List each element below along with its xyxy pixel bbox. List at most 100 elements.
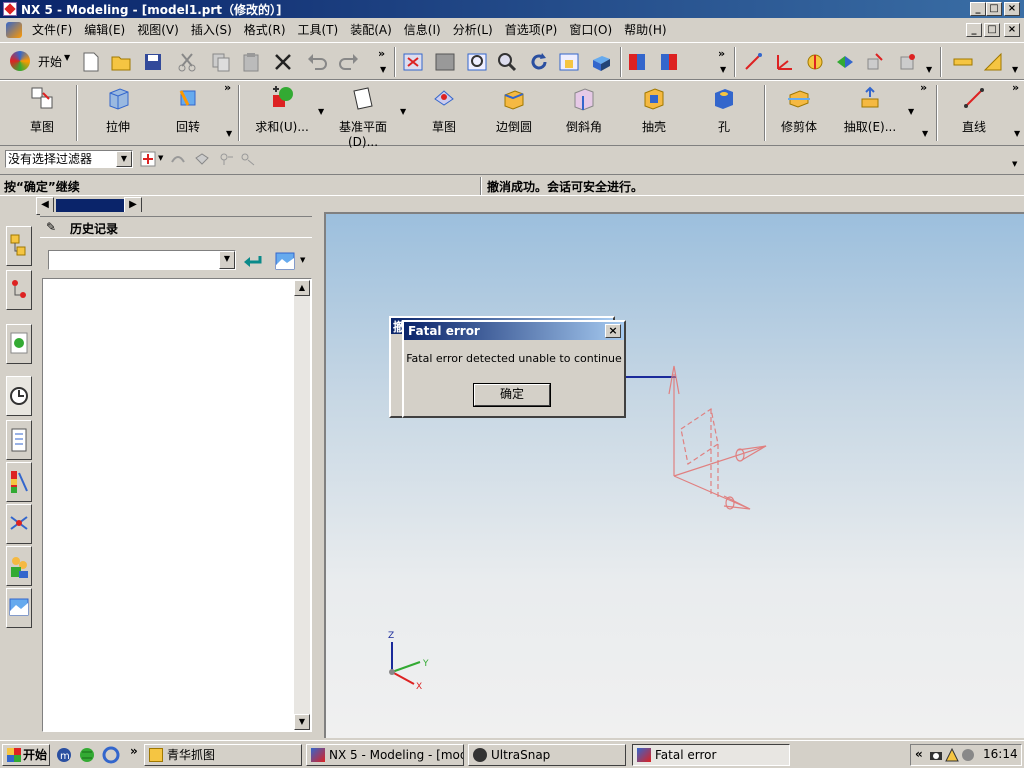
tray-camera-icon[interactable] (929, 748, 943, 762)
measure-angle-icon[interactable] (982, 51, 1004, 73)
menu-window[interactable]: 窗口(O) (563, 20, 618, 40)
menu-analysis[interactable]: 分析(L) (447, 20, 499, 40)
sketch2-button[interactable]: 草图 (420, 83, 468, 135)
tray-warning-icon[interactable] (945, 748, 959, 762)
unite-button[interactable]: 求和(U)... (254, 83, 310, 135)
shaded-view-icon[interactable] (590, 51, 612, 73)
doc-minimize-button[interactable]: _ (966, 23, 982, 37)
wcs-icon[interactable] (804, 51, 826, 73)
menu-info[interactable]: 信息(I) (398, 20, 447, 40)
history-palette-tab[interactable] (6, 588, 32, 628)
sketch-button[interactable]: 草图 (18, 83, 66, 135)
history-view-dropdown-icon[interactable]: ▼ (300, 256, 305, 264)
toolbar-options-icon[interactable]: ▼ (380, 65, 386, 74)
graphics-viewport[interactable]: Z Y X (324, 212, 1024, 738)
extrude-button[interactable]: 拉伸 (94, 83, 142, 135)
datum-csys-icon[interactable] (774, 51, 796, 73)
chevron-down-icon[interactable]: ▼ (219, 251, 235, 269)
toolbar-options-icon[interactable]: ▼ (1014, 129, 1020, 138)
shell-button[interactable]: 抽壳 (630, 83, 678, 135)
quicklaunch-globe-icon[interactable] (78, 746, 96, 764)
tray-volume-icon[interactable] (961, 748, 975, 762)
task-fatal-error[interactable]: Fatal error (632, 744, 790, 766)
dialog-close-icon[interactable]: × (605, 324, 621, 338)
revolve-button[interactable]: 回转 (164, 83, 212, 135)
overflow-chevron-icon[interactable]: » (224, 81, 231, 94)
part-navigator-tab[interactable] (6, 324, 32, 364)
orient-icon[interactable] (834, 51, 856, 73)
roles-tab[interactable] (6, 546, 32, 586)
constraint-navigator-tab[interactable] (6, 270, 32, 310)
app-menu-icon[interactable] (6, 22, 22, 38)
datum-plane-dropdown-icon[interactable]: ▼ (400, 107, 406, 116)
menu-assembly[interactable]: 装配(A) (344, 20, 398, 40)
zoom-window-icon[interactable] (434, 51, 456, 73)
measure-distance-icon[interactable] (952, 51, 974, 73)
task-nx[interactable]: NX 5 - Modeling - [model... (306, 744, 464, 766)
type-filter-select[interactable]: 没有选择过滤器 ▼ (5, 150, 133, 168)
quicklaunch-m-icon[interactable]: m (56, 747, 72, 763)
menu-edit[interactable]: 编辑(E) (78, 20, 131, 40)
new-file-icon[interactable] (80, 51, 102, 73)
line-button[interactable]: 直线 (950, 83, 998, 135)
layer-icon-2[interactable] (658, 51, 680, 73)
menu-tools[interactable]: 工具(T) (292, 20, 345, 40)
start-button[interactable]: 开始 (2, 744, 50, 766)
maximize-button[interactable]: □ (986, 2, 1002, 16)
redo-icon[interactable] (338, 51, 360, 73)
doc-restore-button[interactable]: □ (984, 23, 1000, 37)
ok-button[interactable]: 确定 (473, 383, 551, 407)
overflow-chevron-icon[interactable]: » (718, 47, 725, 60)
overflow-chevron-icon[interactable]: » (920, 81, 927, 94)
task-screenshot-tool[interactable]: 青华抓图 (144, 744, 302, 766)
point-icon[interactable] (742, 51, 764, 73)
chevron-down-icon[interactable]: ▼ (116, 151, 132, 167)
extract-button[interactable]: 抽取(E)... (842, 83, 898, 135)
assembly-navigator-tab[interactable] (6, 226, 32, 266)
history-tab[interactable] (6, 376, 32, 416)
history-list[interactable] (42, 278, 312, 732)
scroll-down-icon[interactable]: ▼ (294, 714, 310, 730)
toolbar-options-icon[interactable]: ▼ (720, 65, 726, 74)
delete-icon[interactable] (272, 51, 294, 73)
history-filter-select[interactable]: ▼ (48, 250, 236, 270)
rotate-icon[interactable] (528, 51, 550, 73)
system-materials-tab[interactable] (6, 504, 32, 544)
copy-icon[interactable] (210, 51, 232, 73)
snap-dropdown-icon[interactable]: ▼ (158, 154, 163, 162)
toolbar-options-icon[interactable]: ▼ (1012, 160, 1017, 168)
snap-point-icon[interactable] (140, 151, 156, 167)
trim-body-button[interactable]: 修剪体 (774, 83, 824, 135)
toolbar-options-icon[interactable]: ▼ (1012, 65, 1018, 74)
history-scrollbar[interactable]: ▲ ▼ (294, 280, 310, 730)
scroll-up-icon[interactable]: ▲ (294, 280, 310, 296)
minimize-button[interactable]: _ (970, 2, 986, 16)
tray-expand-icon[interactable]: « (915, 747, 923, 761)
resource-scroll-thumb[interactable] (56, 199, 124, 213)
close-button[interactable]: × (1004, 2, 1020, 16)
face-rule-icon[interactable] (194, 152, 210, 166)
menu-preferences[interactable]: 首选项(P) (499, 20, 564, 40)
pin-icon[interactable]: ✎ (46, 220, 56, 234)
extract-dropdown-icon[interactable]: ▼ (908, 107, 914, 116)
toolbar-options-icon[interactable]: ▼ (922, 129, 928, 138)
start-dropdown-icon[interactable]: ▼ (64, 53, 70, 62)
datum-plane-button[interactable]: 基准平面 (D)... (334, 83, 392, 149)
undo-icon[interactable] (306, 51, 328, 73)
feature-rule-icon[interactable] (240, 152, 256, 166)
paste-icon[interactable] (240, 51, 262, 73)
toolbar-options-icon[interactable]: ▼ (226, 129, 232, 138)
magnify-icon[interactable] (496, 51, 518, 73)
transform-icon[interactable] (896, 51, 918, 73)
pan-icon[interactable] (558, 51, 580, 73)
menu-file[interactable]: 文件(F) (26, 20, 78, 40)
move-object-icon[interactable] (864, 51, 886, 73)
history-view-icon[interactable] (274, 250, 298, 272)
body-rule-icon[interactable] (218, 152, 234, 166)
open-folder-icon[interactable] (110, 51, 132, 73)
unite-dropdown-icon[interactable]: ▼ (318, 107, 324, 116)
cut-icon[interactable] (176, 51, 198, 73)
fit-view-icon[interactable] (402, 51, 424, 73)
menu-help[interactable]: 帮助(H) (618, 20, 672, 40)
menu-view[interactable]: 视图(V) (131, 20, 185, 40)
